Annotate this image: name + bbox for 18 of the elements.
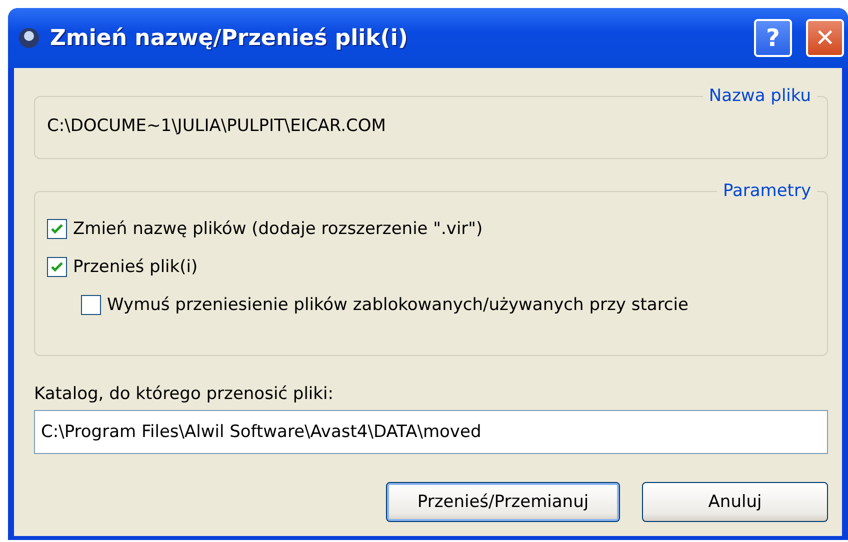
help-button[interactable]: ?	[754, 19, 792, 57]
app-icon	[18, 27, 40, 49]
checkbox[interactable]	[81, 295, 101, 315]
group-legend: Nazwa pliku	[702, 86, 817, 106]
check-icon	[51, 223, 63, 235]
move-button[interactable]: Przenieś/Przemianuj	[386, 482, 620, 522]
folder-field[interactable]: C:\Program Files\Alwil Software\Avast4\DATA\moved	[34, 410, 828, 454]
file-path: C:\DOCUME~1\JULIA\PULPIT\EICAR.COM	[47, 115, 387, 136]
checkbox-label: Wymuś przeniesienie plików zablokowanych/używanych przy starcie	[107, 295, 688, 315]
cancel-button[interactable]: Anuluj	[642, 482, 828, 522]
check-icon	[51, 261, 63, 273]
group-legend: Parametry	[716, 181, 817, 201]
checkbox-label: Przenieś plik(i)	[73, 257, 198, 277]
checkbox-label: Zmień nazwę plików (dodaje rozszerzenie ".vir")	[73, 219, 483, 239]
window-title: Zmień nazwę/Przenieś plik(i)	[50, 26, 409, 50]
checkbox[interactable]	[47, 219, 67, 239]
checkbox[interactable]	[47, 257, 67, 277]
folder-label: Katalog, do którego przenosić pliki:	[34, 384, 334, 404]
